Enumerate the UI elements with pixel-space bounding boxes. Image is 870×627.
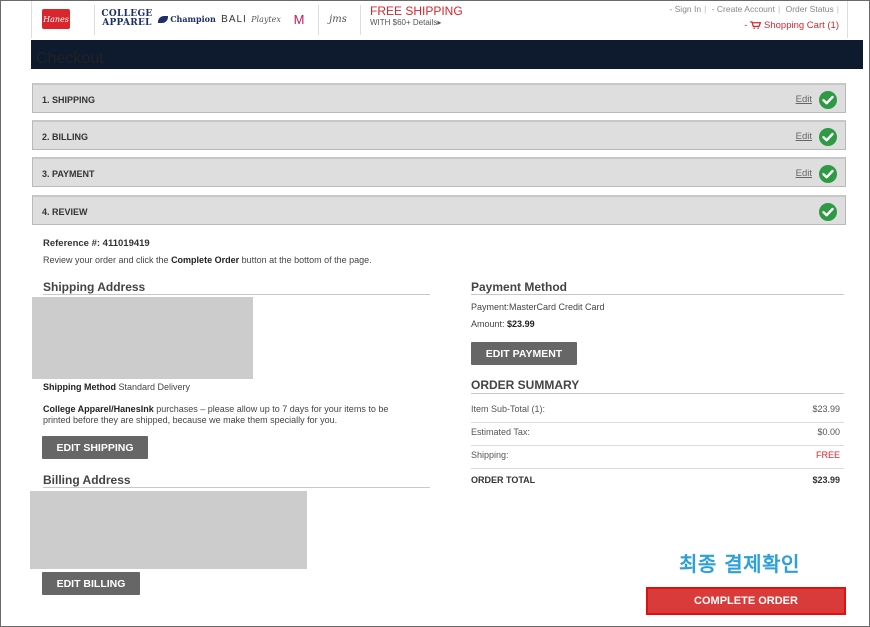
summary-row-tax: Estimated Tax: $0.00 <box>471 423 844 446</box>
notice-bold: College Apparel/HanesInk <box>43 404 154 414</box>
payment-amount: Amount: $23.99 <box>471 319 535 329</box>
step-shipping[interactable]: 1. SHIPPING Edit <box>32 83 846 113</box>
header-bar <box>31 40 863 69</box>
order-summary-title: ORDER SUMMARY <box>471 378 580 392</box>
payment-method-title: Payment Method <box>471 280 568 294</box>
amount-value: $23.99 <box>507 319 535 329</box>
step-review: 4. REVIEW <box>32 195 846 225</box>
reference-label: Reference #: <box>43 238 101 249</box>
sign-in-link[interactable]: - Sign In <box>666 4 704 14</box>
divider <box>360 5 361 35</box>
shipping-method-value: Standard Delivery <box>118 382 191 392</box>
check-icon <box>819 91 837 109</box>
champion-logo[interactable]: Champion <box>155 7 219 31</box>
playtex-logo[interactable]: Playtex <box>248 7 284 31</box>
step-label: 4. REVIEW <box>42 207 88 217</box>
check-icon <box>819 128 837 146</box>
payment-type: Payment:MasterCard Credit Card <box>471 302 605 312</box>
edit-payment-link[interactable]: Edit <box>796 168 812 179</box>
note-suffix: button at the bottom of the page. <box>239 255 372 265</box>
top-links: - Sign In | - Create Account | Order Statu… <box>666 4 839 14</box>
summary-value: $0.00 <box>817 427 840 437</box>
divider <box>43 294 430 295</box>
check-icon <box>819 165 837 183</box>
summary-row-subtotal: Item Sub-Total (1): $23.99 <box>471 400 844 423</box>
summary-value: $23.99 <box>812 404 840 414</box>
step-label: 1. SHIPPING <box>42 95 96 105</box>
total-label: ORDER TOTAL <box>471 475 536 485</box>
summary-label: Estimated Tax: <box>471 427 530 437</box>
shipping-method-label: Shipping Method <box>43 382 116 392</box>
page-title: Checkout <box>36 50 104 67</box>
review-instructions: Review your order and click the Complete… <box>43 255 372 265</box>
create-account-link[interactable]: - Create Account <box>709 4 778 14</box>
summary-row-shipping: Shipping: FREE <box>471 446 844 469</box>
maidenform-logo[interactable]: M <box>286 7 312 31</box>
step-label: 3. PAYMENT <box>42 169 95 179</box>
divider <box>318 5 319 35</box>
divider <box>471 294 844 295</box>
edit-billing-button[interactable]: EDIT BILLING <box>42 572 140 595</box>
edit-shipping-link[interactable]: Edit <box>796 94 812 105</box>
reference-value: 411019419 <box>102 238 150 249</box>
jms-logo[interactable]: jms <box>326 7 350 31</box>
note-prefix: Review your order and click the <box>43 255 172 265</box>
step-payment[interactable]: 3. PAYMENT Edit <box>32 157 846 187</box>
hanes-logo[interactable]: Hanes <box>42 9 70 29</box>
notice-text-1: purchases – please allow up to 7 days fo… <box>153 404 389 414</box>
shipping-method: Shipping Method Standard Delivery <box>43 382 190 392</box>
edit-billing-link[interactable]: Edit <box>796 131 812 142</box>
billing-address-title: Billing Address <box>43 473 131 487</box>
champion-logo-text: Champion <box>170 14 216 24</box>
total-value: $23.99 <box>812 475 840 485</box>
free-shipping-promo[interactable]: FREE SHIPPING WITH $60+ Details▸ <box>370 5 463 29</box>
notice-text-2: printed before they are shipped, because… <box>43 415 338 425</box>
cart-label: Shopping Cart (1) <box>764 20 839 31</box>
promo-title: FREE SHIPPING <box>370 4 463 18</box>
edit-payment-button[interactable]: EDIT PAYMENT <box>471 342 577 365</box>
shipping-address-title: Shipping Address <box>43 280 146 294</box>
summary-label: Item Sub-Total (1): <box>471 404 546 414</box>
step-billing[interactable]: 2. BILLING Edit <box>32 120 846 150</box>
step-label: 2. BILLING <box>42 132 89 142</box>
bali-logo[interactable]: BALI <box>221 7 246 31</box>
summary-row-total: ORDER TOTAL $23.99 <box>471 471 844 494</box>
redacted-billing-address <box>30 491 307 569</box>
order-status-link[interactable]: Order Status <box>783 4 837 14</box>
final-confirmation-annotation: 최종 결제확인 <box>679 552 800 576</box>
complete-order-button[interactable]: COMPLETE ORDER <box>646 587 846 615</box>
link-separator: | <box>778 4 781 14</box>
production-notice: College Apparel/HanesInk purchases – ple… <box>43 404 388 426</box>
divider <box>43 487 430 488</box>
cart-icon <box>750 21 762 29</box>
brand-bar: Hanes COLLEGE APPAREL Champion BALI Play… <box>31 1 848 38</box>
reference-number: Reference #: 411019419 <box>43 238 150 249</box>
amount-label: Amount: <box>471 319 505 329</box>
champion-c-icon <box>158 15 169 23</box>
summary-value: FREE <box>815 450 840 460</box>
edit-shipping-button[interactable]: EDIT SHIPPING <box>42 436 148 459</box>
note-bold: Complete Order <box>171 255 240 265</box>
promo-subtitle: WITH $60+ Details▸ <box>370 18 442 27</box>
link-separator: | <box>836 4 839 14</box>
cart-prefix: - <box>744 20 748 31</box>
link-separator: | <box>704 4 707 14</box>
summary-label: Shipping: <box>471 450 509 460</box>
divider <box>471 393 844 394</box>
divider <box>94 5 95 35</box>
check-icon <box>819 203 837 221</box>
college-logo-line2: APPAREL <box>102 18 152 28</box>
shopping-cart-link[interactable]: - Shopping Cart (1) <box>744 20 839 31</box>
college-apparel-logo[interactable]: COLLEGE APPAREL <box>101 7 152 31</box>
redacted-shipping-address <box>32 297 253 379</box>
